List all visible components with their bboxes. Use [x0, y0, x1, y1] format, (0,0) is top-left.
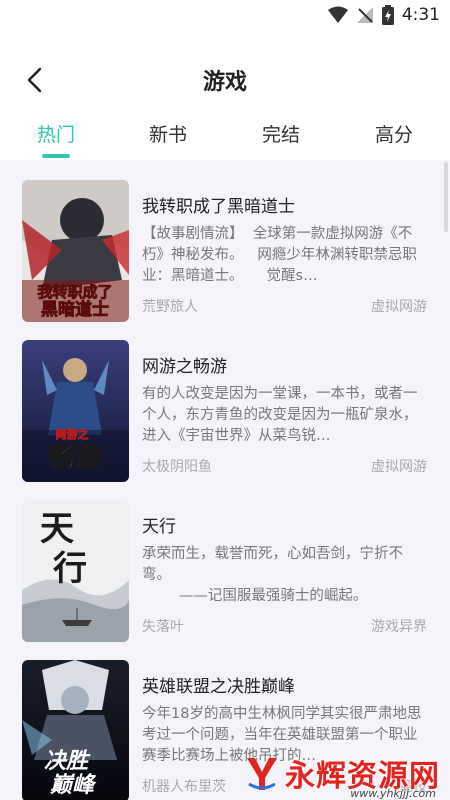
scrollbar[interactable] [444, 162, 448, 232]
book-cover[interactable]: 决胜 巅峰 [22, 660, 129, 800]
tab-new[interactable]: 新书 [123, 120, 213, 147]
book-title[interactable]: 天行 [142, 512, 176, 537]
wifi-icon [327, 6, 348, 23]
cover-text: 网游之 [56, 427, 89, 441]
cover-text: 行 [53, 549, 87, 589]
book-title[interactable]: 网游之畅游 [142, 352, 227, 377]
book-item[interactable]: 网游之 畅游 网游之畅游 有的人改变是因为一堂课，一本书，或者一个人，东方青鱼的… [22, 340, 432, 482]
category-tabs: 热门 新书 完结 高分 [0, 112, 450, 160]
book-title[interactable]: 英雄联盟之决胜巅峰 [142, 672, 295, 697]
book-description: 【故事剧情流】 全球第一款虚拟网游《不朽》神秘发布。 网瘾少年林渊转职禁忌职业：… [142, 226, 417, 284]
watermark-url: www.yhkjjj.com [350, 787, 436, 800]
cover-text: 畅游 [49, 443, 101, 473]
book-list[interactable]: 我转职成了 黑暗道士 我转职成了黑暗道士 【故事剧情流】 全球第一款虚拟网游《不… [0, 160, 450, 800]
battery-charging-icon [381, 5, 394, 25]
status-bar: 4:31 [0, 0, 450, 32]
book-author: 荒野旅人 [142, 299, 198, 315]
cover-text: 天 [40, 509, 74, 549]
book-author: 太极阴阳鱼 [142, 459, 212, 475]
book-genre: 虚拟网游 [371, 459, 427, 475]
status-time: 4:31 [401, 5, 440, 25]
cover-text: 决胜 [44, 749, 91, 774]
book-description: 承荣而生，载誉而死，心如吾剑，宁折不弯。 ——记国服最强骑士的崛起。 [142, 546, 403, 604]
active-tab-indicator [42, 154, 70, 158]
book-author: 机器人布里茨 [142, 779, 226, 795]
cover-text: 黑暗道士 [41, 299, 109, 320]
book-cover[interactable]: 天 行 [22, 500, 129, 642]
page-title: 游戏 [202, 70, 247, 95]
book-item[interactable]: 我转职成了 黑暗道士 我转职成了黑暗道士 【故事剧情流】 全球第一款虚拟网游《不… [22, 180, 432, 322]
tab-finished[interactable]: 完结 [236, 120, 326, 147]
book-description: 有的人改变是因为一堂课，一本书，或者一个人，东方青鱼的改变是因为一瓶矿泉水，进入… [142, 386, 418, 444]
watermark-logo-icon [247, 758, 277, 790]
book-title[interactable]: 我转职成了黑暗道士 [142, 192, 295, 217]
no-signal-icon [356, 7, 373, 23]
tab-hot[interactable]: 热门 [11, 120, 101, 147]
cover-text: 巅峰 [50, 773, 97, 798]
book-author: 失落叶 [142, 619, 184, 635]
book-cover[interactable]: 我转职成了 黑暗道士 [22, 180, 129, 322]
cover-text: 我转职成了 [37, 283, 112, 301]
book-item[interactable]: 天 行 天行 承荣而生，载誉而死，心如吾剑，宁折不弯。 ——记国服最强骑士的崛起… [22, 500, 432, 642]
book-cover[interactable]: 网游之 畅游 [22, 340, 129, 482]
header: 游戏 [0, 58, 450, 102]
book-genre: 虚拟网游 [371, 299, 427, 315]
book-genre: 游戏异界 [371, 619, 427, 635]
tab-high-score[interactable]: 高分 [349, 120, 439, 147]
